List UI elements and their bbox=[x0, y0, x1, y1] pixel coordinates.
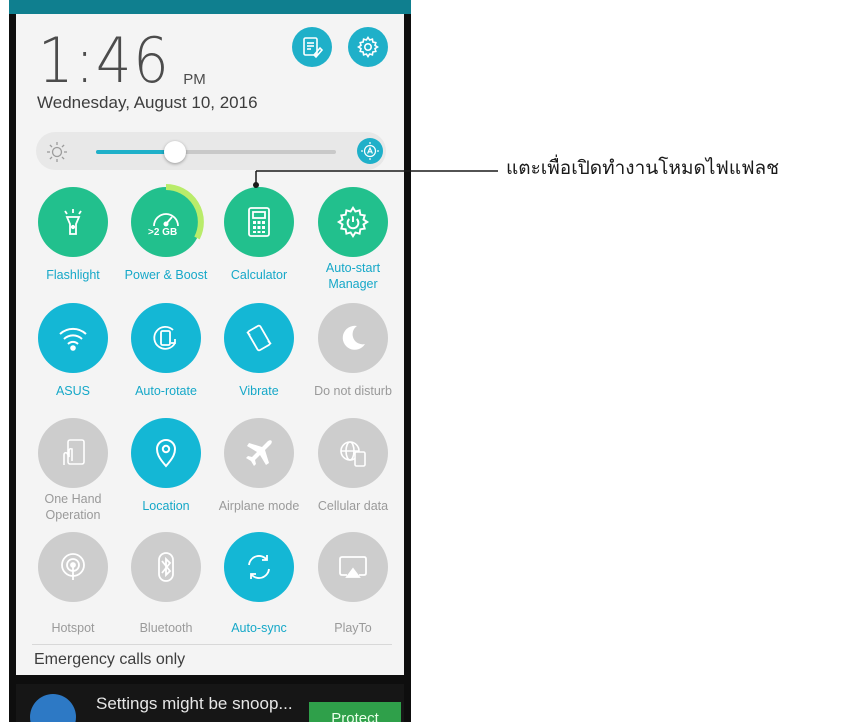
notification-card[interactable]: Settings might be snoop... Protect bbox=[16, 684, 404, 722]
edit-notes-button[interactable] bbox=[292, 27, 332, 67]
tile-calculator[interactable]: Calculator bbox=[212, 187, 306, 283]
tile-label: Auto-sync bbox=[231, 621, 287, 635]
tile-label: Location bbox=[142, 499, 190, 513]
location-pin-icon bbox=[151, 436, 181, 470]
tile-button[interactable] bbox=[38, 303, 108, 373]
status-bar bbox=[9, 0, 411, 14]
settings-button[interactable] bbox=[348, 27, 388, 67]
one-hand-icon bbox=[55, 435, 91, 471]
tile-button[interactable] bbox=[38, 418, 108, 488]
brightness-thumb[interactable] bbox=[164, 141, 187, 163]
tile-button[interactable] bbox=[38, 187, 108, 257]
airplane-icon bbox=[241, 435, 277, 471]
moon-icon bbox=[335, 320, 371, 356]
tile-button[interactable] bbox=[318, 187, 388, 257]
tile-auto-start-manager[interactable]: Auto-start Manager bbox=[306, 187, 400, 292]
auto-rotate-icon bbox=[147, 319, 185, 357]
callout-text: แตะเพื่อเปิดทำงานโหมดไฟแฟลช bbox=[506, 157, 780, 179]
notification-text: Settings might be snoop... bbox=[96, 694, 293, 713]
tile-label: One Hand Operation bbox=[44, 492, 102, 522]
tile-label: Vibrate bbox=[239, 384, 279, 398]
tile-one-hand-operation[interactable]: One Hand Operation bbox=[26, 418, 120, 523]
bluetooth-icon bbox=[148, 549, 184, 585]
tile-asus[interactable]: ASUS bbox=[26, 303, 120, 399]
tile-label: Hotspot bbox=[51, 621, 95, 635]
clock: 1:46 PM bbox=[38, 22, 206, 92]
tile-label: Auto-start Manager bbox=[325, 261, 381, 291]
tile-button[interactable] bbox=[318, 303, 388, 373]
flashlight-icon bbox=[56, 205, 90, 239]
tile-label: ASUS bbox=[55, 384, 91, 398]
tile-label: Do not disturb bbox=[314, 384, 392, 398]
tile-button[interactable]: >2 GB bbox=[131, 184, 204, 257]
shield-icon bbox=[30, 694, 76, 722]
memory-badge: >2 GB bbox=[148, 227, 178, 238]
tile-button[interactable] bbox=[318, 418, 388, 488]
tile-label: Airplane mode bbox=[218, 499, 300, 513]
cellular-data-icon bbox=[335, 435, 371, 471]
date: Wednesday, August 10, 2016 bbox=[37, 93, 258, 112]
tile-label: Cellular data bbox=[317, 499, 389, 513]
edit-notes-icon bbox=[303, 37, 324, 59]
tile-bluetooth[interactable]: Bluetooth bbox=[119, 532, 213, 636]
tile-button[interactable] bbox=[224, 418, 294, 488]
tile-label: Auto-rotate bbox=[135, 384, 197, 398]
brightness-slider[interactable] bbox=[96, 141, 336, 163]
sun-icon bbox=[47, 142, 67, 162]
boost-ring bbox=[165, 184, 204, 240]
tile-power-boost[interactable]: >2 GB Power & Boost bbox=[119, 184, 213, 283]
tile-label: Calculator bbox=[230, 268, 288, 282]
tile-auto-sync[interactable]: Auto-sync bbox=[212, 532, 306, 636]
tile-flashlight[interactable]: Flashlight bbox=[26, 187, 120, 283]
tile-vibrate[interactable]: Vibrate bbox=[212, 303, 306, 399]
cast-icon bbox=[335, 549, 371, 585]
phone-screen: 1:46 PM Wednesday, August 10, 2016 Flash… bbox=[9, 0, 411, 722]
hotspot-icon bbox=[55, 549, 91, 585]
tile-label: PlayTo bbox=[334, 621, 372, 635]
tile-button[interactable] bbox=[224, 303, 294, 373]
tile-cellular-data[interactable]: Cellular data bbox=[306, 418, 400, 514]
emergency-calls-text: Emergency calls only bbox=[34, 651, 186, 668]
tile-button[interactable] bbox=[131, 532, 201, 602]
tile-playto[interactable]: PlayTo bbox=[306, 532, 400, 636]
wifi-icon bbox=[55, 320, 91, 356]
tile-label: Power & Boost bbox=[124, 268, 208, 282]
brightness-bar bbox=[36, 132, 386, 170]
vibrate-icon bbox=[240, 319, 278, 357]
tile-do-not-disturb[interactable]: Do not disturb bbox=[306, 303, 400, 399]
tile-hotspot[interactable]: Hotspot bbox=[26, 532, 120, 636]
calculator-icon bbox=[244, 205, 274, 239]
tile-label: Bluetooth bbox=[139, 621, 193, 635]
auto-brightness-icon bbox=[361, 142, 379, 160]
tile-button[interactable] bbox=[224, 187, 294, 257]
sync-icon bbox=[240, 548, 278, 586]
gear-icon bbox=[357, 36, 379, 58]
clock-time: 1:46 bbox=[38, 24, 171, 97]
gear-power-icon bbox=[335, 204, 371, 240]
tile-button[interactable] bbox=[131, 418, 201, 488]
auto-brightness-button[interactable] bbox=[357, 138, 383, 164]
clock-ampm: PM bbox=[183, 71, 206, 88]
quick-settings-panel: 1:46 PM Wednesday, August 10, 2016 Flash… bbox=[16, 14, 404, 675]
tile-button[interactable] bbox=[224, 532, 294, 602]
tile-auto-rotate[interactable]: Auto-rotate bbox=[119, 303, 213, 399]
tile-button[interactable] bbox=[38, 532, 108, 602]
tile-location[interactable]: Location bbox=[119, 418, 213, 514]
divider bbox=[32, 644, 392, 645]
protect-button[interactable]: Protect bbox=[309, 702, 401, 722]
tile-button[interactable] bbox=[318, 532, 388, 602]
tile-button[interactable] bbox=[131, 303, 201, 373]
tile-airplane-mode[interactable]: Airplane mode bbox=[212, 418, 306, 514]
tile-label: Flashlight bbox=[46, 268, 100, 282]
